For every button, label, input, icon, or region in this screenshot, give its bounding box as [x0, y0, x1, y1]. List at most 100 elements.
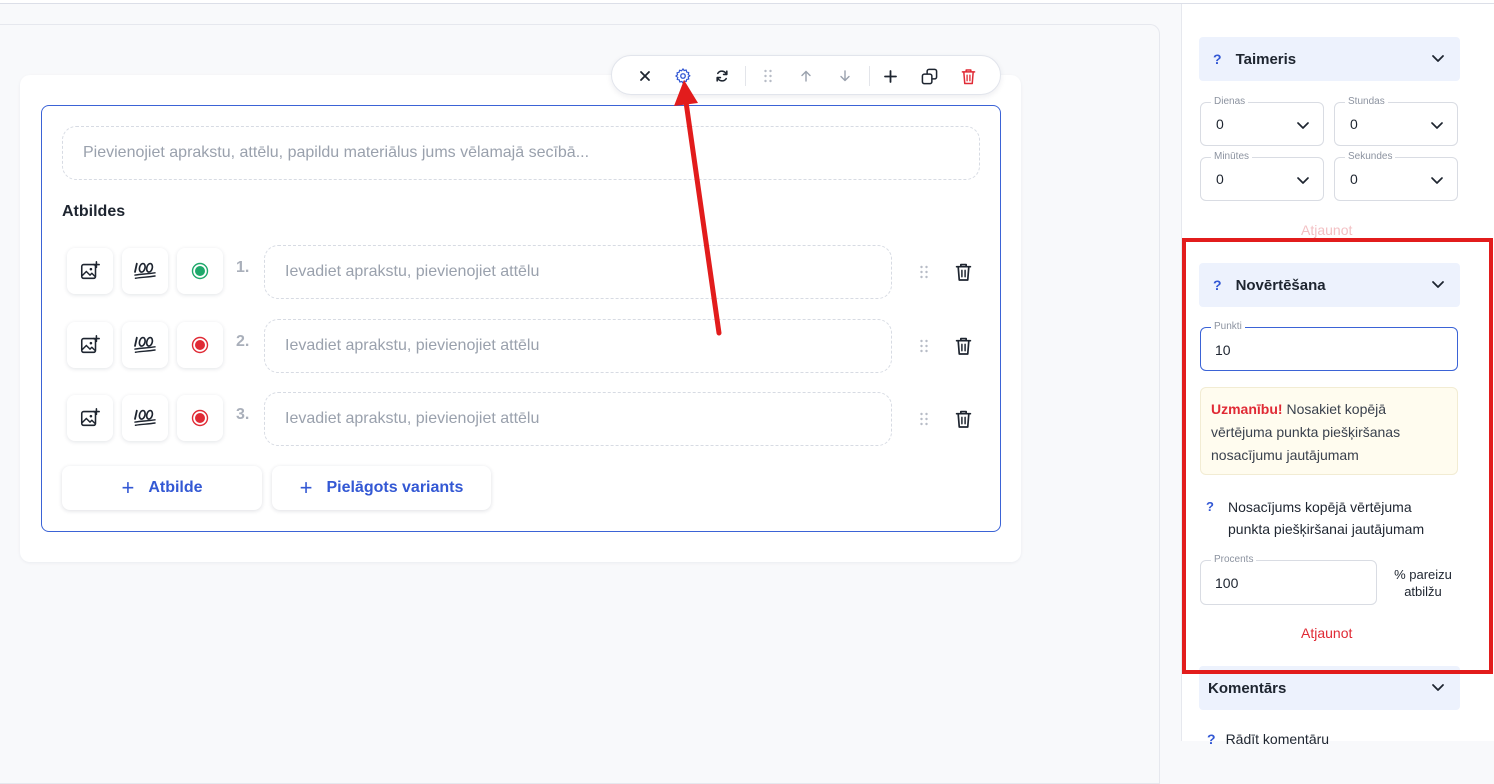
warning-strong: Uzmanību!	[1211, 401, 1283, 417]
chevron-down-icon	[1432, 281, 1444, 288]
help-icon[interactable]: ?	[1207, 731, 1216, 747]
hundred-points-icon	[134, 262, 156, 279]
chevron-down-icon	[1297, 177, 1309, 184]
answer-number: 3.	[236, 406, 250, 423]
add-image-icon	[80, 335, 100, 354]
add-image-button[interactable]	[67, 322, 113, 368]
help-icon[interactable]: ?	[1213, 277, 1222, 293]
show-comment-label: Rādīt komentāru	[1225, 731, 1330, 747]
answer-row: 3. Ievadiet aprakstu, pievienojiet attēl…	[62, 392, 982, 446]
grading-update-link[interactable]: Atjaunot	[1301, 625, 1352, 641]
status-dot-icon	[191, 262, 209, 280]
add-custom-variant-button[interactable]: + Pielāgots variants	[272, 466, 491, 510]
hours-select[interactable]: Stundas 0	[1334, 96, 1458, 146]
add-image-icon	[80, 408, 100, 427]
chevron-down-icon	[1432, 55, 1444, 62]
answer-number: 1.	[236, 259, 250, 276]
answer-row: 1. Ievadiet aprakstu, pievienojiet attēl…	[62, 245, 982, 299]
days-select[interactable]: Dienas 0	[1200, 96, 1324, 146]
description-placeholder: Pievienojiet aprakstu, attēlu, papildu m…	[83, 144, 590, 161]
points-label: Punkti	[1211, 321, 1245, 332]
timer-accordion-header[interactable]: ? Taimeris	[1199, 37, 1460, 81]
help-icon[interactable]: ?	[1206, 496, 1214, 518]
answer-placeholder: Ievadiet aprakstu, pievienojiet attēlu	[285, 263, 540, 280]
trash-icon[interactable]	[956, 64, 980, 88]
minutes-label: Minūtes	[1211, 151, 1253, 162]
correct-toggle-button[interactable]	[177, 322, 223, 368]
help-icon[interactable]: ?	[1213, 51, 1222, 67]
delete-answer-button[interactable]	[950, 406, 976, 432]
status-dot-icon	[191, 336, 209, 354]
trash-icon	[955, 263, 971, 281]
points-value: 10	[1215, 342, 1231, 358]
timer-update-link[interactable]: Atjaunot	[1301, 222, 1352, 238]
answer-text-input[interactable]: Ievadiet aprakstu, pievienojiet attēlu	[264, 245, 892, 299]
points-input[interactable]: Punkti 10	[1200, 321, 1458, 371]
close-icon[interactable]	[633, 64, 657, 88]
comment-accordion-header[interactable]: Komentārs	[1199, 666, 1460, 710]
add-image-button[interactable]	[67, 395, 113, 441]
chevron-down-icon	[1431, 177, 1443, 184]
answer-text-input[interactable]: Ievadiet aprakstu, pievienojiet attēlu	[264, 392, 892, 446]
add-image-button[interactable]	[67, 248, 113, 294]
seconds-select[interactable]: Sekundes 0	[1334, 151, 1458, 201]
grading-title: Novērtēšana	[1235, 276, 1326, 294]
toolbar-divider	[745, 66, 746, 86]
answer-text-input[interactable]: Ievadiet aprakstu, pievienojiet attēlu	[264, 319, 892, 373]
timer-title: Taimeris	[1235, 50, 1297, 68]
seconds-value: 0	[1350, 171, 1358, 187]
days-label: Dienas	[1211, 96, 1249, 107]
status-dot-icon	[191, 409, 209, 427]
arrow-down-icon[interactable]	[833, 64, 857, 88]
add-answer-label: Atbilde	[148, 479, 203, 496]
correct-toggle-button[interactable]	[177, 248, 223, 294]
points-button[interactable]	[122, 322, 168, 368]
chevron-down-icon	[1432, 684, 1444, 691]
hours-label: Stundas	[1345, 96, 1388, 107]
add-custom-label: Pielāgots variants	[326, 479, 464, 496]
delete-answer-button[interactable]	[950, 333, 976, 359]
hours-value: 0	[1350, 116, 1358, 132]
correct-toggle-button[interactable]	[177, 395, 223, 441]
drag-handle-icon[interactable]	[914, 262, 934, 282]
add-answer-button[interactable]: + Atbilde	[62, 466, 262, 510]
comment-title: Komentārs	[1208, 679, 1287, 697]
grading-accordion-header[interactable]: ? Novērtēšana	[1199, 263, 1460, 307]
trash-icon	[955, 410, 971, 428]
drag-handle-icon[interactable]	[914, 336, 934, 356]
toolbar-divider	[869, 66, 870, 86]
points-button[interactable]	[122, 248, 168, 294]
show-comment-option[interactable]: ? Rādīt komentāru	[1207, 731, 1329, 747]
hundred-points-icon	[134, 336, 156, 353]
minutes-value: 0	[1216, 171, 1224, 187]
duplicate-icon[interactable]	[917, 64, 941, 88]
percent-input[interactable]: Procents 100	[1200, 554, 1377, 605]
delete-answer-button[interactable]	[950, 259, 976, 285]
question-description-input[interactable]: Pievienojiet aprakstu, attēlu, papildu m…	[62, 126, 980, 180]
hundred-points-icon	[134, 409, 156, 426]
days-value: 0	[1216, 116, 1224, 132]
plus-icon[interactable]	[878, 64, 902, 88]
seconds-label: Sekundes	[1345, 151, 1396, 162]
chevron-down-icon	[1297, 122, 1309, 129]
percent-value: 100	[1215, 575, 1239, 591]
answer-row: 2. Ievadiet aprakstu, pievienojiet attēl…	[62, 319, 982, 373]
drag-handle-icon[interactable]	[914, 409, 934, 429]
arrow-up-icon[interactable]	[794, 64, 818, 88]
answers-heading: Atbildes	[62, 203, 126, 220]
percent-note: % pareizu atbilžu	[1394, 567, 1452, 599]
add-image-icon	[80, 261, 100, 280]
minutes-select[interactable]: Minūtes 0	[1200, 151, 1324, 201]
condition-text: Nosacījums kopējā vērtējuma punkta piešķ…	[1228, 499, 1425, 537]
answer-number: 2.	[236, 333, 250, 350]
annotation-arrow	[674, 80, 722, 336]
drag-icon[interactable]	[756, 64, 780, 88]
points-button[interactable]	[122, 395, 168, 441]
answer-placeholder: Ievadiet aprakstu, pievienojiet attēlu	[285, 337, 540, 354]
trash-icon	[955, 337, 971, 355]
grading-warning: Uzmanību! Nosakiet kopējā vērtējuma punk…	[1200, 387, 1458, 475]
percent-label: Procents	[1211, 554, 1257, 565]
grading-condition: ? Nosacījums kopējā vērtējuma punkta pie…	[1206, 496, 1456, 540]
answer-placeholder: Ievadiet aprakstu, pievienojiet attēlu	[285, 410, 540, 427]
chevron-down-icon	[1431, 122, 1443, 129]
